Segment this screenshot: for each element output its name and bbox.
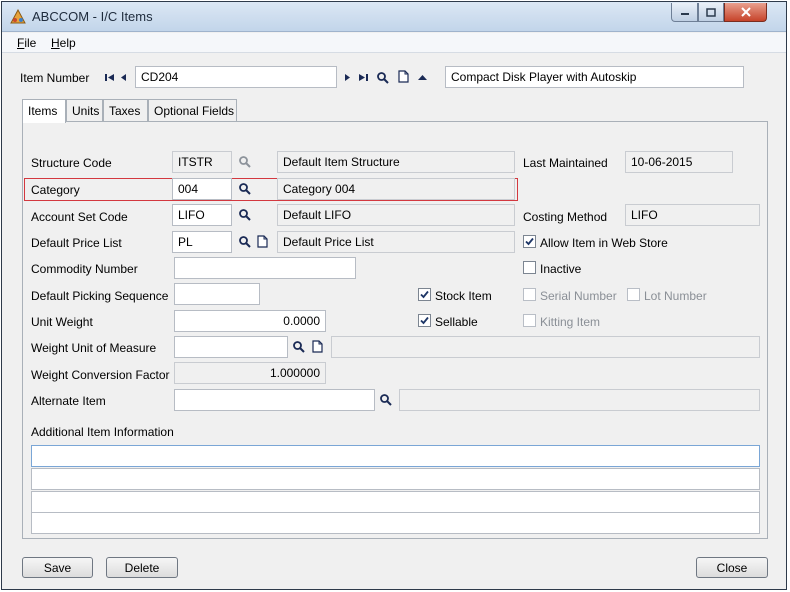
default-picking-sequence-input[interactable]	[174, 283, 260, 305]
menu-help[interactable]: Help	[51, 36, 76, 50]
tab-items-label: Items	[28, 104, 58, 118]
title-bar[interactable]: ABCCOM - I/C Items	[2, 2, 786, 32]
tab-optional-fields-label: Optional Fields	[154, 104, 235, 118]
commodity-number-input[interactable]	[174, 257, 356, 279]
app-icon	[10, 9, 26, 24]
weight-conversion-factor-field: 1.000000	[174, 362, 326, 384]
kitting-item-label: Kitting Item	[540, 315, 601, 329]
checkmark-icon	[420, 316, 429, 325]
zoom-up-icon[interactable]	[416, 71, 429, 84]
last-maintained-label: Last Maintained	[523, 156, 608, 170]
additional-info-line-2[interactable]	[31, 468, 760, 490]
sellable-label: Sellable	[435, 315, 478, 329]
new-document-icon[interactable]	[311, 340, 324, 353]
menu-file[interactable]: File	[17, 36, 36, 50]
sellable-checkbox[interactable]	[418, 314, 431, 327]
magnifier-icon[interactable]	[379, 393, 392, 406]
maximize-icon	[706, 7, 716, 17]
tab-units[interactable]: Units	[66, 99, 103, 122]
category-description: Category 004	[277, 178, 515, 200]
category-label: Category	[31, 183, 80, 197]
save-button[interactable]: Save	[22, 557, 93, 578]
costing-method-label: Costing Method	[523, 210, 608, 224]
lot-number-label: Lot Number	[644, 289, 707, 303]
item-number-input[interactable]: CD204	[135, 66, 337, 88]
delete-button-label: Delete	[124, 561, 160, 575]
account-set-code-input[interactable]: LIFO	[172, 204, 232, 226]
item-number-label: Item Number	[20, 71, 90, 85]
previous-record-icon[interactable]	[119, 71, 128, 84]
maximize-button[interactable]	[698, 3, 724, 22]
tab-items[interactable]: Items	[22, 99, 66, 123]
structure-code-label: Structure Code	[31, 156, 112, 170]
default-picking-sequence-label: Default Picking Sequence	[31, 289, 169, 303]
item-description-field[interactable]: Compact Disk Player with Autoskip	[445, 66, 744, 88]
checkmark-icon	[420, 290, 429, 299]
menu-bar: File Help	[2, 33, 786, 53]
serial-number-checkbox[interactable]	[523, 288, 536, 301]
delete-button[interactable]: Delete	[106, 557, 178, 578]
unit-weight-input[interactable]: 0.0000	[174, 310, 326, 332]
new-document-icon[interactable]	[397, 70, 410, 83]
magnifier-icon[interactable]	[238, 182, 251, 195]
first-record-icon[interactable]	[103, 71, 116, 84]
costing-method-field: LIFO	[625, 204, 760, 226]
additional-info-line-3[interactable]	[31, 491, 760, 513]
unit-weight-label: Unit Weight	[31, 315, 93, 329]
minimize-icon	[680, 13, 689, 15]
tab-optional-fields[interactable]: Optional Fields	[148, 99, 237, 122]
structure-code-description: Default Item Structure	[277, 151, 515, 173]
weight-conversion-factor-label: Weight Conversion Factor	[31, 368, 170, 382]
additional-info-line-1[interactable]	[31, 445, 760, 467]
tab-units-label: Units	[72, 104, 100, 118]
alternate-item-input[interactable]	[174, 389, 375, 411]
close-button[interactable]: Close	[696, 557, 768, 578]
allow-web-store-label: Allow Item in Web Store	[540, 236, 668, 250]
account-set-code-description: Default LIFO	[277, 204, 515, 226]
commodity-number-label: Commodity Number	[31, 262, 138, 276]
default-price-list-input[interactable]: PL	[172, 231, 232, 253]
new-document-icon[interactable]	[256, 235, 269, 248]
default-price-list-label: Default Price List	[31, 236, 122, 250]
default-price-list-description: Default Price List	[277, 231, 515, 253]
weight-unit-description	[331, 336, 760, 358]
alternate-item-description	[399, 389, 760, 411]
close-icon	[740, 7, 751, 17]
account-set-code-label: Account Set Code	[31, 210, 128, 224]
magnifier-icon[interactable]	[376, 71, 389, 84]
additional-info-line-4[interactable]	[31, 512, 760, 534]
inactive-label: Inactive	[540, 262, 582, 276]
category-input[interactable]: 004	[172, 178, 232, 200]
tab-taxes-label: Taxes	[109, 104, 141, 118]
next-record-icon[interactable]	[343, 71, 352, 84]
lot-number-checkbox[interactable]	[627, 288, 640, 301]
stock-item-checkbox[interactable]	[418, 288, 431, 301]
ic-items-window: ABCCOM - I/C Items File Help Item Number…	[1, 1, 787, 590]
magnifier-icon[interactable]	[292, 340, 305, 353]
weight-unit-of-measure-label: Weight Unit of Measure	[31, 341, 157, 355]
last-maintained-field: 10-06-2015	[625, 151, 733, 173]
magnifier-icon	[239, 156, 251, 168]
minimize-button[interactable]	[671, 3, 698, 22]
checkmark-icon	[525, 237, 534, 246]
structure-code-field: ITSTR	[172, 151, 232, 173]
additional-info-label: Additional Item Information	[31, 425, 174, 439]
weight-unit-of-measure-input[interactable]	[174, 336, 288, 358]
kitting-item-checkbox[interactable]	[523, 314, 536, 327]
close-window-button[interactable]	[724, 3, 767, 22]
tab-taxes[interactable]: Taxes	[103, 99, 148, 122]
stock-item-label: Stock Item	[435, 289, 492, 303]
window-title: ABCCOM - I/C Items	[32, 9, 153, 24]
last-record-icon[interactable]	[357, 71, 370, 84]
close-button-label: Close	[716, 561, 748, 575]
inactive-checkbox[interactable]	[523, 261, 536, 274]
magnifier-icon[interactable]	[238, 235, 251, 248]
save-button-label: Save	[43, 561, 72, 575]
allow-web-store-checkbox[interactable]	[523, 235, 536, 248]
magnifier-icon[interactable]	[238, 208, 251, 221]
serial-number-label: Serial Number	[540, 289, 617, 303]
alternate-item-label: Alternate Item	[31, 394, 106, 408]
